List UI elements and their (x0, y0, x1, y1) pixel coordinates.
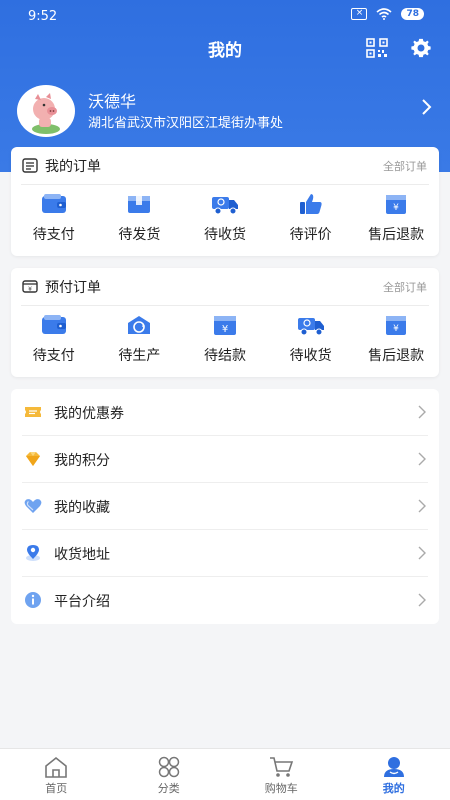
menu-item-label: 平台介绍 (54, 594, 110, 610)
coupon-icon (25, 407, 41, 417)
order-status-label: 售后退款 (368, 227, 425, 243)
prepaid-status-label: 待结款 (203, 348, 246, 364)
wallet-icon (41, 315, 66, 334)
my-orders-status-row: 待支付 待发货 待收货 待评价 ¥ 售后退款 (11, 191, 439, 251)
thumbs-up-icon (299, 194, 322, 214)
refund-icon: ¥ (386, 316, 407, 335)
prepaid-status-pending-payment[interactable]: 待支付 (11, 312, 97, 372)
prepaid-orders-header: ¥ 预付订单 全部订单 (11, 268, 439, 305)
tab-label: 首页 (45, 782, 68, 795)
user-name: 沃德华 (88, 92, 137, 111)
bottom-tab-bar: 首页 分类 购物车 我的 (0, 748, 450, 800)
order-status-pending-receipt[interactable]: 待收货 (182, 191, 268, 251)
profile-row[interactable]: 沃德华 湖北省武汉市汉阳区江堤街办事处 (0, 80, 450, 140)
yen-icon: ¥ (213, 316, 236, 335)
chevron-right-icon (418, 546, 426, 560)
menu-item-label: 我的积分 (54, 453, 110, 469)
menu-item-favorites[interactable]: 我的收藏 (11, 483, 439, 530)
category-icon (158, 756, 179, 778)
prepaid-status-label: 待收货 (289, 348, 332, 364)
chevron-right-icon (418, 593, 426, 607)
refund-icon: ¥ (386, 195, 407, 214)
order-status-label: 待评价 (289, 227, 332, 243)
prepaid-orders-all-link[interactable]: 全部订单 (383, 279, 427, 295)
prepaid-status-pending-settlement[interactable]: ¥ 待结款 (182, 312, 268, 372)
sim-off-icon: × (351, 8, 368, 20)
prepaid-orders-status-row: 待支付 待生产 ¥ 待结款 待收货 ¥ 售后退款 (11, 312, 439, 372)
user-icon (383, 757, 404, 777)
tab-home[interactable]: 首页 (0, 749, 113, 800)
order-status-label: 待支付 (32, 227, 75, 243)
svg-text:¥: ¥ (222, 324, 228, 335)
wifi-icon (376, 8, 392, 20)
info-icon (25, 592, 41, 608)
prepaid-status-label: 售后退款 (368, 348, 425, 364)
prepaid-status-label: 待支付 (32, 348, 75, 364)
status-bar: 9:52 × 78 (0, 0, 450, 34)
pig-mascot-avatar-icon (32, 93, 60, 134)
prepaid-status-pending-production[interactable]: 待生产 (97, 312, 183, 372)
user-address: 湖北省武汉市汉阳区江堤街办事处 (88, 116, 284, 131)
order-status-label: 待发货 (118, 227, 161, 243)
divider (21, 184, 429, 185)
tab-cart[interactable]: 购物车 (225, 749, 338, 800)
my-orders-all-link[interactable]: 全部订单 (383, 158, 427, 174)
menu-item-coupons[interactable]: 我的优惠券 (11, 389, 439, 436)
package-icon (128, 196, 151, 213)
menu-item-label: 我的收藏 (54, 500, 110, 516)
order-status-refund[interactable]: ¥ 售后退款 (353, 191, 439, 251)
heart-icon (24, 499, 42, 513)
my-orders-card: 我的订单 全部订单 待支付 待发货 待收货 待评价 ¥ 售后退款 (11, 147, 439, 256)
divider (21, 305, 429, 306)
location-icon (26, 545, 40, 561)
settings-gear-icon[interactable] (409, 37, 433, 59)
avatar[interactable] (17, 85, 75, 137)
menu-item-label: 我的优惠券 (54, 406, 124, 422)
svg-text:¥: ¥ (28, 286, 32, 293)
truck-icon (211, 197, 238, 215)
wallet-icon (41, 194, 66, 213)
prepaid-orders-card: ¥ 预付订单 全部订单 待支付 待生产 ¥ 待结款 待收货 ¥ 售后退款 (11, 268, 439, 377)
prepaid-wallet-icon: ¥ (22, 280, 38, 293)
menu-item-label: 收货地址 (54, 547, 110, 563)
my-orders-header: 我的订单 全部订单 (11, 147, 439, 184)
chevron-right-icon (418, 499, 426, 513)
tab-label: 分类 (157, 782, 180, 795)
order-status-pending-payment[interactable]: 待支付 (11, 191, 97, 251)
order-status-label: 待收货 (203, 227, 246, 243)
menu-item-points[interactable]: 我的积分 (11, 436, 439, 483)
status-icons: × 78 (351, 8, 424, 20)
prepaid-status-refund[interactable]: ¥ 售后退款 (353, 312, 439, 372)
qr-code-icon[interactable] (366, 38, 388, 58)
diamond-icon (26, 452, 40, 466)
tab-mine[interactable]: 我的 (338, 749, 450, 800)
status-time: 9:52 (28, 9, 58, 24)
chevron-right-icon (418, 405, 426, 419)
svg-text:¥: ¥ (393, 203, 399, 213)
prepaid-status-label: 待生产 (118, 348, 161, 364)
cart-icon (270, 757, 294, 777)
battery-level: 78 (401, 8, 424, 20)
prepaid-status-pending-receipt[interactable]: 待收货 (268, 312, 354, 372)
tab-category[interactable]: 分类 (113, 749, 226, 800)
my-orders-title: 我的订单 (45, 159, 101, 175)
menu-item-platform-intro[interactable]: 平台介绍 (11, 577, 439, 624)
menu-list: 我的优惠券 我的积分 我的收藏 收货地址 平台介绍 (11, 389, 439, 624)
tab-label: 我的 (382, 782, 405, 795)
chevron-right-icon (418, 452, 426, 466)
chevron-right-icon[interactable] (420, 98, 434, 116)
production-icon (128, 316, 151, 334)
order-list-icon (22, 158, 38, 173)
menu-item-address[interactable]: 收货地址 (11, 530, 439, 577)
truck-icon (297, 318, 324, 336)
order-status-pending-review[interactable]: 待评价 (268, 191, 354, 251)
tab-label: 购物车 (264, 782, 298, 795)
svg-text:¥: ¥ (393, 324, 399, 334)
prepaid-orders-title: 预付订单 (45, 280, 101, 296)
home-icon (45, 756, 68, 778)
order-status-pending-shipment[interactable]: 待发货 (97, 191, 183, 251)
